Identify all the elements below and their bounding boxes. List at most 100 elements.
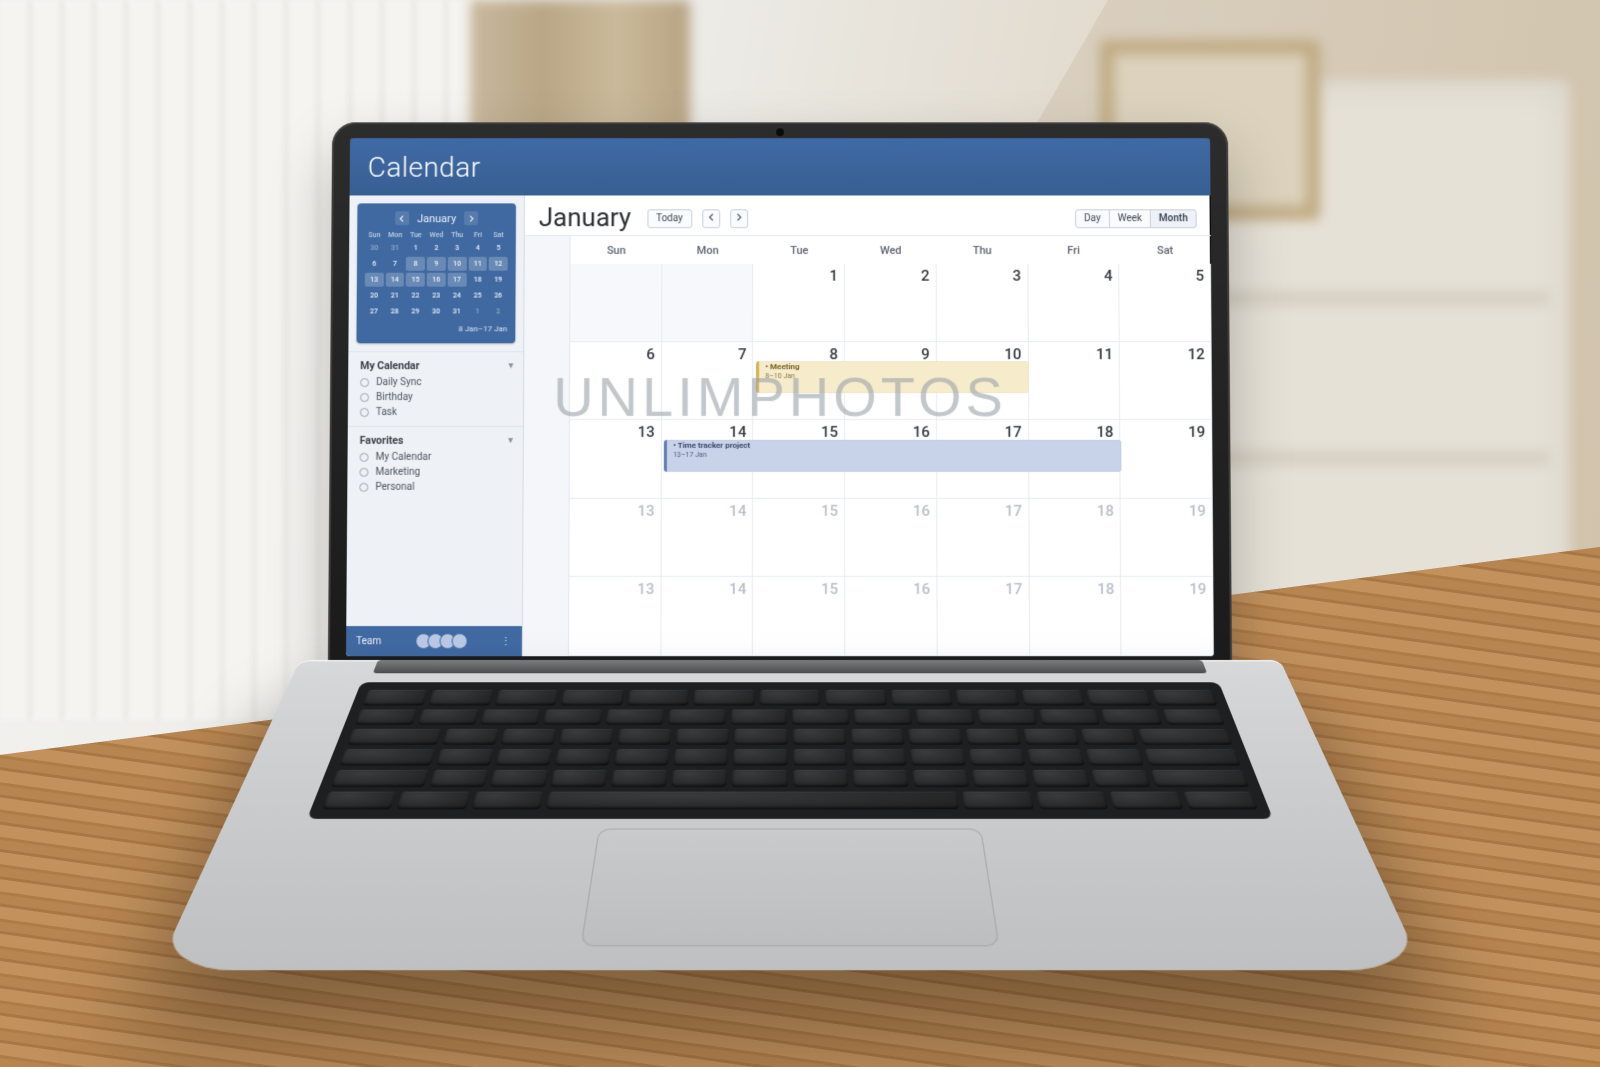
sidebar-section-header[interactable]: My Calendar▾ — [360, 359, 513, 372]
dow-header: Tue — [754, 236, 845, 264]
day-cell[interactable]: 3 — [936, 264, 1028, 342]
today-button[interactable]: Today — [647, 209, 692, 228]
mini-day[interactable]: 10 — [448, 257, 467, 271]
day-cell[interactable]: 11 — [1028, 342, 1120, 420]
keyboard-key — [851, 749, 906, 765]
mini-day[interactable]: 5 — [489, 241, 508, 255]
mini-day[interactable]: 16 — [427, 273, 446, 287]
mini-day[interactable]: 28 — [385, 305, 404, 319]
day-cell[interactable]: 7 — [662, 342, 754, 420]
mini-day[interactable]: 17 — [448, 273, 467, 287]
keyboard-key — [908, 729, 963, 745]
prev-button[interactable] — [702, 209, 720, 228]
view-week-button[interactable]: Week — [1109, 209, 1151, 228]
sidebar-section-header[interactable]: Favorites▾ — [360, 434, 513, 447]
day-cell[interactable]: 2 — [845, 264, 937, 342]
view-day-button[interactable]: Day — [1075, 209, 1110, 228]
mini-day[interactable]: 30 — [365, 241, 384, 255]
sidebar-item[interactable]: Daily Sync — [360, 377, 513, 388]
day-number: 1 — [830, 267, 839, 285]
sidebar-item[interactable]: Marketing — [359, 467, 512, 478]
app-titlebar: Calendar — [350, 138, 1211, 195]
sidebar-section-title: My Calendar — [360, 359, 419, 372]
mini-prev-button[interactable] — [395, 211, 409, 225]
mini-day[interactable]: 25 — [468, 289, 487, 303]
day-cell[interactable]: 5 — [1119, 264, 1211, 342]
mini-day[interactable]: 20 — [365, 289, 384, 303]
day-cell[interactable]: 1 — [753, 264, 845, 342]
mini-day[interactable]: 13 — [365, 273, 384, 287]
keyboard-key — [480, 709, 541, 724]
mini-next-button[interactable] — [464, 211, 478, 225]
day-cell[interactable]: 14 — [661, 499, 753, 578]
mini-day[interactable]: 12 — [489, 257, 508, 271]
month-grid[interactable]: SunMonTueWedThuFriSat1234567891011121314… — [523, 236, 1214, 656]
team-footer[interactable]: Team ⋮ — [346, 626, 522, 656]
kebab-icon[interactable]: ⋮ — [501, 636, 512, 647]
next-button[interactable] — [730, 209, 748, 228]
mini-day[interactable]: 6 — [365, 257, 384, 271]
event-project[interactable]: • Time tracker project13–17 Jan — [664, 440, 1121, 472]
mini-day[interactable]: 24 — [447, 289, 466, 303]
mini-day[interactable]: 31 — [447, 305, 466, 319]
day-cell[interactable]: 19 — [1121, 499, 1213, 578]
day-cell[interactable] — [570, 264, 662, 342]
day-cell[interactable] — [662, 264, 754, 342]
day-cell[interactable]: 15 — [753, 577, 845, 656]
keyboard-key — [1021, 690, 1085, 706]
mini-day[interactable]: 19 — [489, 273, 508, 287]
mini-calendar[interactable]: January SunMonTueWedThuFriSat30311234567… — [356, 203, 516, 343]
mini-day[interactable]: 15 — [406, 273, 425, 287]
day-cell[interactable]: 17 — [937, 577, 1029, 656]
day-cell[interactable]: 15 — [753, 499, 845, 578]
day-cell[interactable]: 16 — [845, 577, 937, 656]
day-cell[interactable]: 18 — [1029, 499, 1121, 578]
day-cell[interactable]: 4 — [1028, 264, 1120, 342]
mini-day[interactable]: 3 — [448, 241, 467, 255]
day-number: 7 — [738, 345, 747, 363]
mini-day[interactable]: 18 — [468, 273, 487, 287]
day-cell[interactable]: 13 — [569, 577, 661, 656]
sidebar-item[interactable]: Birthday — [360, 392, 513, 403]
day-cell[interactable]: 6 — [570, 342, 662, 420]
day-number: 19 — [1188, 423, 1205, 441]
event-meeting[interactable]: • Meeting8–10 Jan — [756, 362, 1028, 394]
mini-day[interactable]: 21 — [385, 289, 404, 303]
day-cell[interactable]: 13 — [569, 499, 661, 578]
mini-day[interactable]: 14 — [386, 273, 405, 287]
mini-day[interactable]: 7 — [386, 257, 405, 271]
mini-day[interactable]: 23 — [427, 289, 446, 303]
mini-day[interactable]: 11 — [468, 257, 487, 271]
day-cell[interactable]: 16 — [845, 499, 937, 578]
mini-day[interactable]: 1 — [406, 241, 425, 255]
mini-day[interactable]: 22 — [406, 289, 425, 303]
sidebar-item[interactable]: Task — [360, 407, 513, 418]
day-cell[interactable]: 19 — [1120, 420, 1212, 498]
mini-day[interactable]: 8 — [406, 257, 425, 271]
dow-header: Sun — [571, 236, 663, 264]
day-cell[interactable]: 14 — [661, 577, 753, 656]
keyboard-key — [501, 729, 557, 745]
keyboard-key — [672, 770, 728, 787]
day-cell[interactable]: 13 — [570, 420, 662, 498]
day-number: 16 — [913, 423, 930, 441]
mini-day[interactable]: 1 — [468, 305, 487, 319]
day-cell[interactable]: 12 — [1120, 342, 1212, 420]
mini-day[interactable]: 2 — [489, 305, 508, 319]
mini-day[interactable]: 30 — [427, 305, 446, 319]
view-month-button[interactable]: Month — [1150, 209, 1197, 228]
mini-day[interactable]: 26 — [489, 289, 508, 303]
day-cell[interactable]: 17 — [937, 499, 1029, 578]
mini-day[interactable]: 9 — [427, 257, 446, 271]
mini-day[interactable]: 2 — [427, 241, 446, 255]
event-title: • Time tracker project — [673, 442, 1116, 451]
sidebar-item[interactable]: Personal — [359, 482, 512, 493]
day-cell[interactable]: 18 — [1029, 577, 1121, 656]
mini-day[interactable]: 29 — [406, 305, 425, 319]
mini-day[interactable]: 31 — [386, 241, 405, 255]
sidebar-item[interactable]: My Calendar — [360, 452, 513, 463]
day-cell[interactable]: 19 — [1121, 577, 1214, 656]
mini-day[interactable]: 27 — [365, 305, 384, 319]
keyboard-key — [693, 690, 754, 706]
mini-day[interactable]: 4 — [468, 241, 487, 255]
